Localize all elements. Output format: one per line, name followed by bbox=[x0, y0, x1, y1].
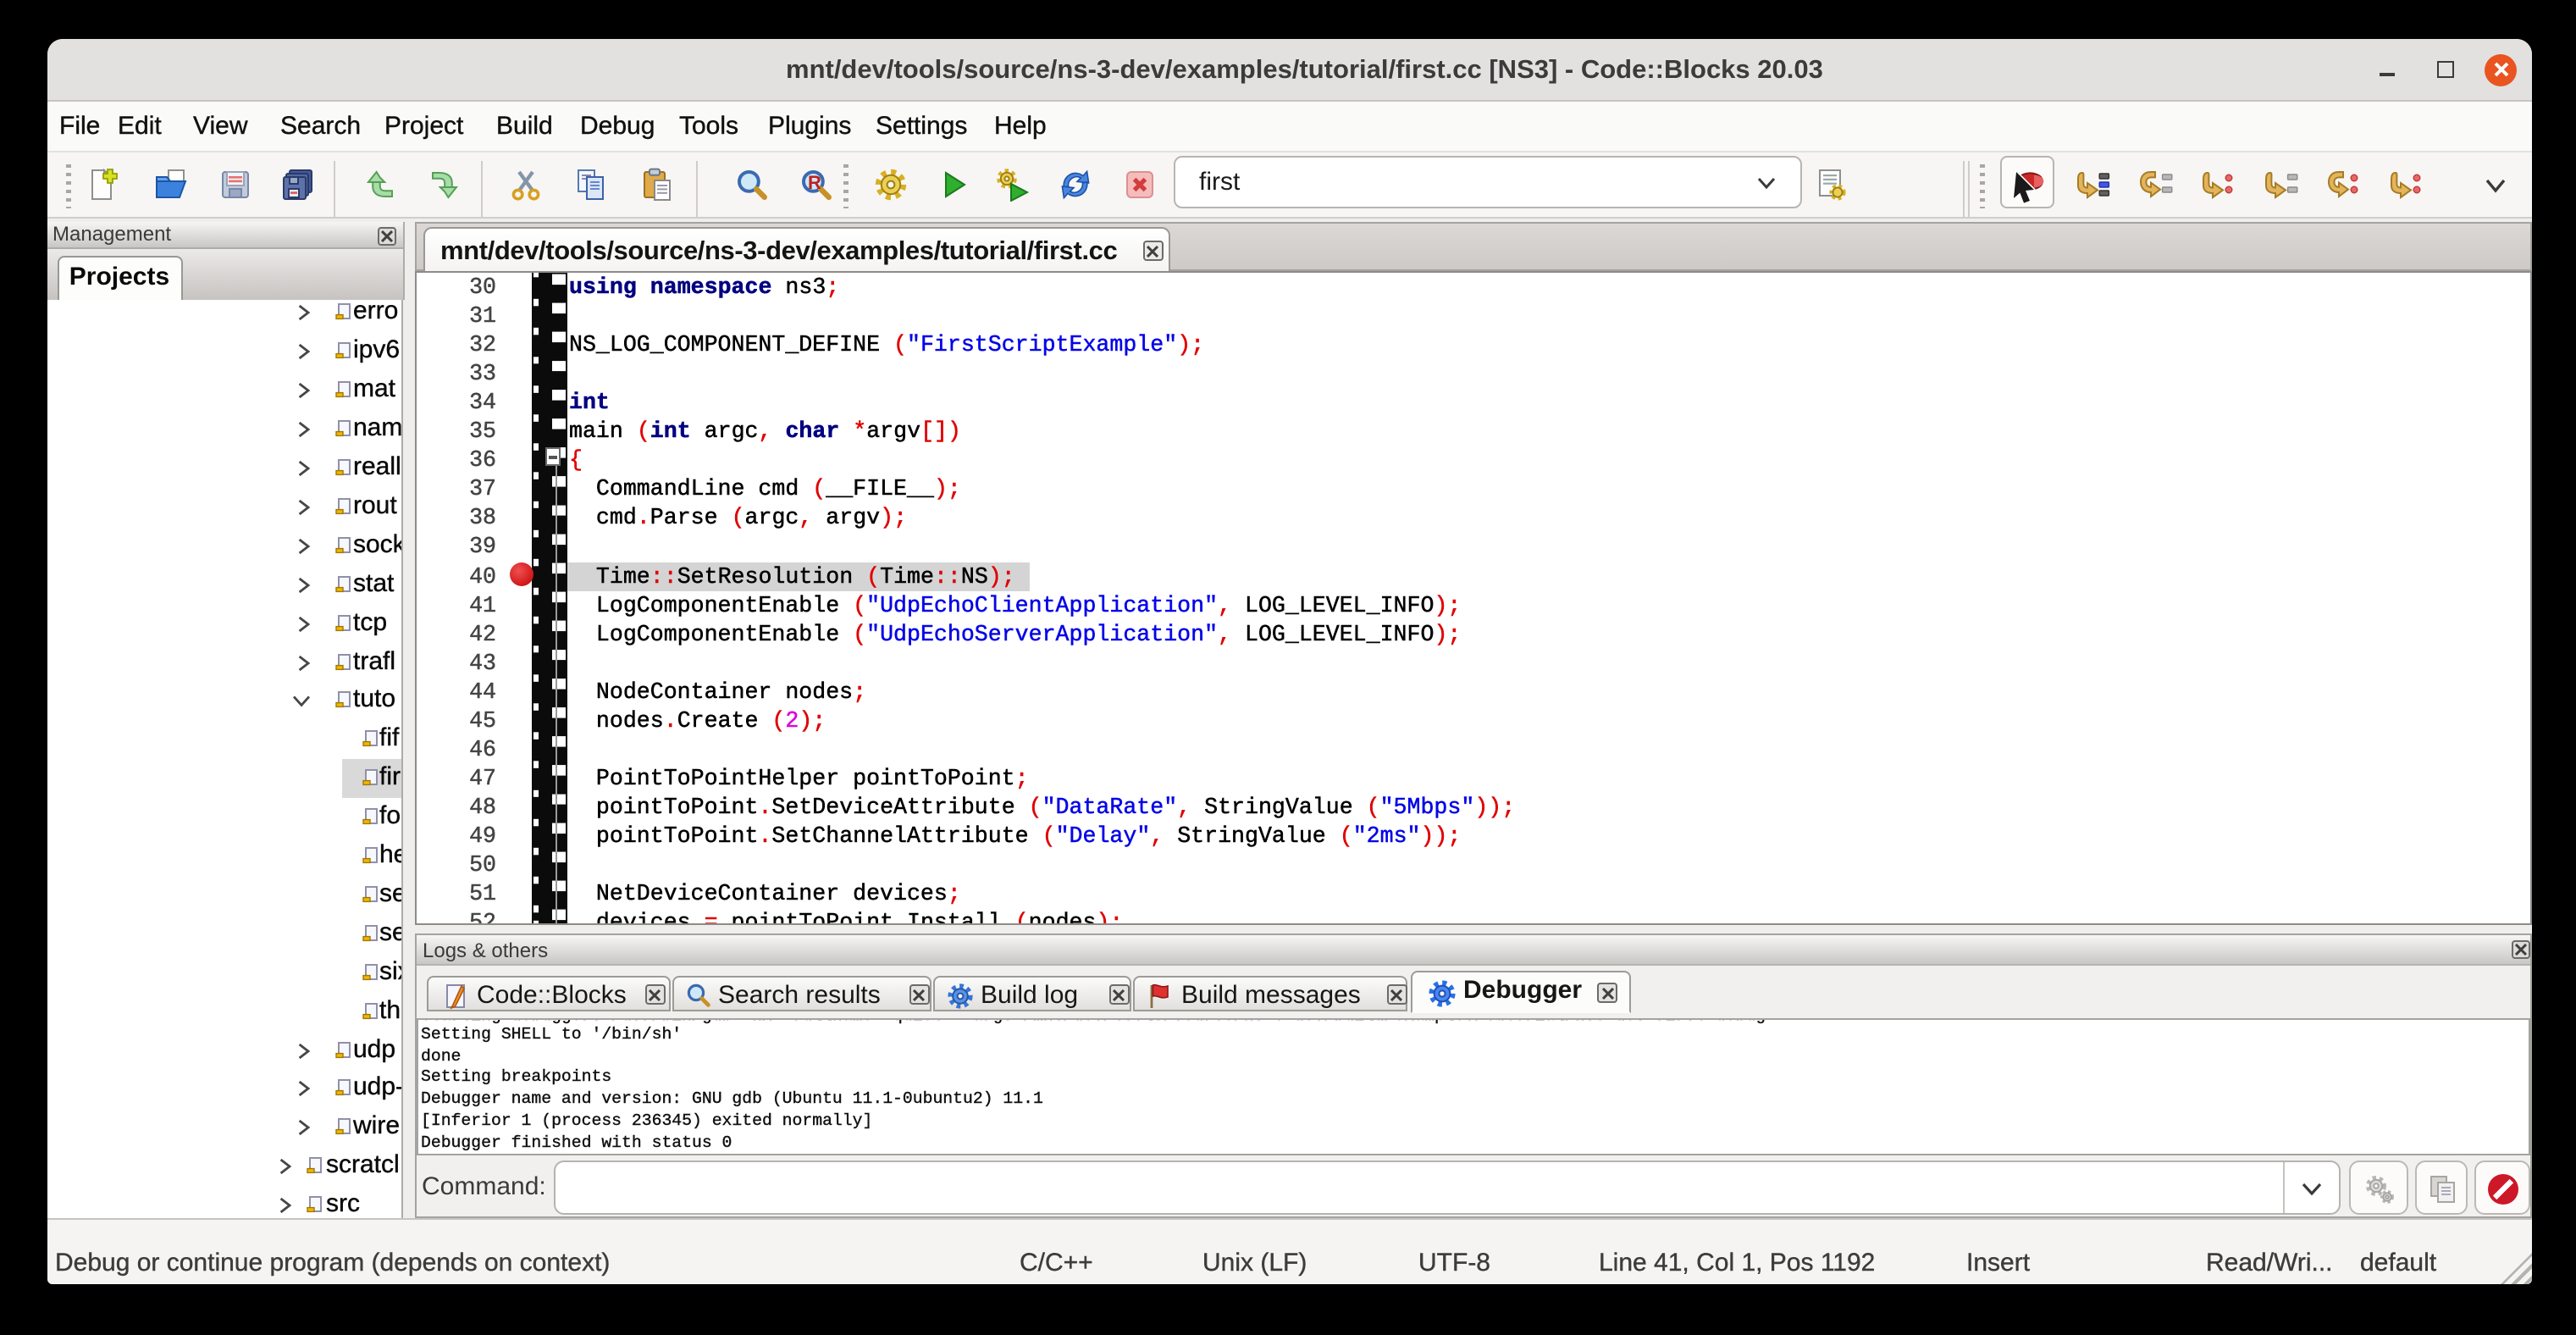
svg-text:R: R bbox=[808, 172, 821, 193]
